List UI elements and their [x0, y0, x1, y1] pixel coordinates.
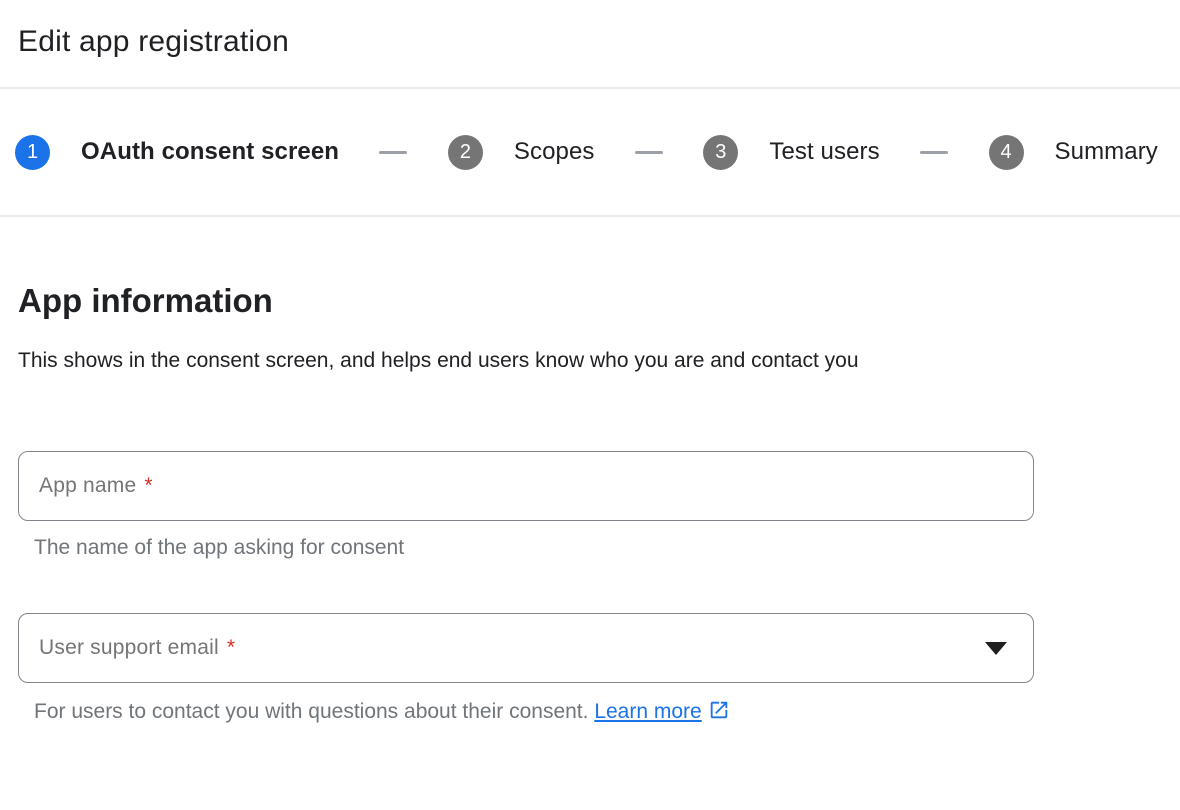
step-separator — [379, 151, 407, 154]
step-4-circle: 4 — [989, 135, 1024, 170]
step-scopes[interactable]: 2 Scopes — [448, 135, 595, 170]
app-name-helper-text: The name of the app asking for consent — [34, 535, 1180, 561]
dropdown-arrow-icon[interactable] — [985, 642, 1007, 655]
step-test-users[interactable]: 3 Test users — [703, 135, 879, 170]
step-separator — [920, 151, 948, 154]
step-separator — [635, 151, 663, 154]
step-1-label: OAuth consent screen — [81, 138, 339, 166]
helper-text: For users to contact you with questions … — [34, 700, 588, 723]
section-description: This shows in the consent screen, and he… — [18, 341, 888, 381]
step-1-circle: 1 — [15, 135, 50, 170]
step-2-circle: 2 — [448, 135, 483, 170]
step-summary[interactable]: 4 Summary — [989, 135, 1158, 170]
wizard-stepper: 1 OAuth consent screen 2 Scopes 3 Test u… — [0, 89, 1180, 217]
page-title: Edit app registration — [18, 24, 1180, 60]
step-oauth-consent-screen[interactable]: 1 OAuth consent screen — [15, 135, 339, 170]
user-support-email-helper-text: For users to contact you with questions … — [34, 699, 1180, 725]
step-4-label: Summary — [1055, 138, 1158, 166]
step-2-label: Scopes — [514, 138, 595, 166]
learn-more-link[interactable]: Learn more — [594, 700, 701, 723]
section-heading: App information — [18, 281, 1180, 321]
required-asterisk: * — [227, 636, 235, 660]
external-link-icon — [708, 699, 730, 721]
app-name-input[interactable]: App name * — [18, 451, 1034, 521]
step-3-circle: 3 — [703, 135, 738, 170]
app-name-label: App name — [39, 474, 136, 498]
user-support-email-label: User support email — [39, 636, 219, 660]
required-asterisk: * — [144, 474, 152, 498]
user-support-email-select[interactable]: User support email * — [18, 613, 1034, 683]
step-3-label: Test users — [769, 138, 879, 166]
title-bar: Edit app registration — [0, 0, 1180, 89]
main-content: App information This shows in the consen… — [0, 281, 1180, 725]
